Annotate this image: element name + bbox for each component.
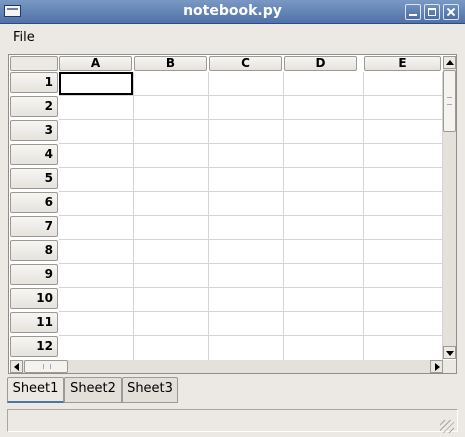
- arrow-right-icon[interactable]: [430, 360, 443, 373]
- grid-line: [59, 311, 443, 312]
- grid-line: [59, 95, 443, 96]
- close-icon[interactable]: [443, 4, 459, 20]
- tab-sheet2[interactable]: Sheet2: [64, 377, 122, 403]
- grid-line: [59, 167, 443, 168]
- status-bar: [7, 409, 458, 432]
- row-header-4[interactable]: 4: [10, 144, 58, 165]
- row-header-10[interactable]: 10: [10, 288, 58, 309]
- scrollbar-corner: [443, 360, 456, 373]
- column-header-b[interactable]: B: [134, 56, 207, 71]
- cell-area[interactable]: [59, 72, 443, 360]
- maximize-icon[interactable]: [424, 4, 440, 20]
- row-header-3[interactable]: 3: [10, 120, 58, 141]
- row-header-7[interactable]: 7: [10, 216, 58, 237]
- grid-line: [59, 191, 443, 192]
- column-header-c[interactable]: C: [209, 56, 282, 71]
- minimize-icon[interactable]: [405, 4, 421, 20]
- row-header-8[interactable]: 8: [10, 240, 58, 261]
- grid-line: [59, 263, 443, 264]
- row-header-5[interactable]: 5: [10, 168, 58, 189]
- grid-line: [363, 72, 364, 360]
- title-bar: notebook.py: [0, 0, 465, 24]
- column-header-a[interactable]: A: [59, 56, 132, 71]
- spreadsheet-grid[interactable]: A B C D E 1 2 3 4 5 6 7 8 9 10 11 12: [8, 54, 457, 374]
- arrow-left-icon[interactable]: [10, 360, 23, 373]
- row-header-11[interactable]: 11: [10, 312, 58, 333]
- grid-line: [59, 143, 443, 144]
- row-header-9[interactable]: 9: [10, 264, 58, 285]
- grid-corner[interactable]: [10, 56, 58, 71]
- horizontal-scroll-thumb[interactable]: [24, 360, 68, 373]
- grid-line: [59, 119, 443, 120]
- grid-line: [59, 239, 443, 240]
- menu-bar: File: [0, 24, 465, 50]
- grid-line: [59, 215, 443, 216]
- window-title: notebook.py: [183, 3, 282, 19]
- grid-line: [59, 287, 443, 288]
- column-header-d[interactable]: D: [284, 56, 357, 71]
- tab-sheet1[interactable]: Sheet1: [7, 377, 64, 403]
- column-header-e[interactable]: E: [364, 56, 441, 71]
- resize-grip-icon[interactable]: [440, 420, 454, 433]
- cell-a1-selected[interactable]: [59, 72, 133, 95]
- row-header-1[interactable]: 1: [10, 72, 58, 93]
- grid-line: [133, 72, 134, 360]
- horizontal-scrollbar[interactable]: [10, 360, 443, 373]
- row-header-12[interactable]: 12: [10, 336, 58, 357]
- arrow-down-icon[interactable]: [443, 346, 456, 359]
- grid-line: [283, 72, 284, 360]
- row-header-2[interactable]: 2: [10, 96, 58, 117]
- row-header-6[interactable]: 6: [10, 192, 58, 213]
- vertical-scrollbar[interactable]: [443, 56, 456, 359]
- vertical-scroll-thumb[interactable]: [443, 70, 456, 132]
- grid-line: [208, 72, 209, 360]
- tab-sheet3[interactable]: Sheet3: [122, 377, 178, 403]
- menu-file[interactable]: File: [13, 30, 35, 45]
- grid-line: [59, 335, 443, 336]
- arrow-up-icon[interactable]: [443, 56, 456, 69]
